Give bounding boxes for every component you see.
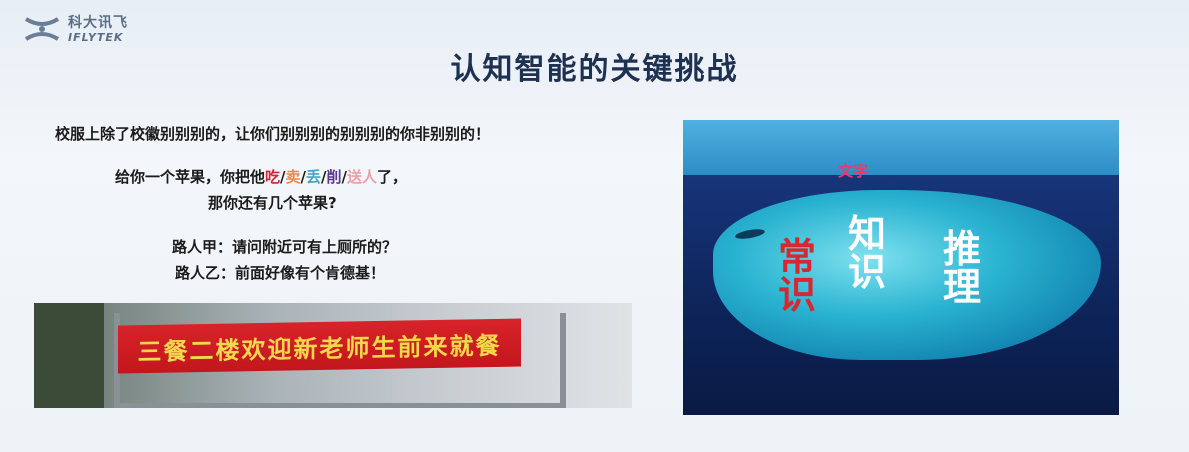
logo: 科大讯飞 IFLYTEK (22, 14, 128, 44)
line2-suffix: 了， (377, 168, 408, 186)
example-line-3: 那你还有几个苹果? (208, 194, 337, 212)
slide-title: 认知智能的关键挑战 (450, 52, 739, 87)
iceberg-word-knowledge: 知识 (848, 212, 887, 294)
logo-text: 科大讯飞 IFLYTEK (68, 16, 128, 43)
word-give: 送人 (347, 168, 378, 186)
logo-en: IFLYTEK (68, 30, 124, 44)
iceberg-word-common-sense: 常识 (778, 235, 817, 317)
word-peel: 削 (326, 168, 342, 186)
word-eat: 吃 (265, 168, 281, 186)
iceberg-word-reasoning: 推理 (943, 227, 982, 309)
banner-text: 三餐二楼欢迎新老师生前来就餐 (137, 331, 502, 366)
surface-label: 文字 (838, 162, 869, 180)
red-banner: 三餐二楼欢迎新老师生前来就餐 (118, 318, 521, 374)
word-lose: 丢 (306, 168, 322, 186)
word-sell: 卖 (285, 168, 301, 186)
line2-prefix: 给你一个苹果，你把他 (115, 168, 266, 186)
example-line-5: 路人乙：前面好像有个肯德基！ (175, 264, 386, 282)
photo-foliage (34, 303, 104, 408)
iceberg-illustration: 文字 常识 知识 推理 (683, 120, 1119, 415)
iflytek-logo-icon (24, 17, 60, 41)
example-line-1: 校服上除了校徽别别别的，让你们别别别的别别别的你非别别的！ (55, 125, 491, 143)
slide: 科大讯飞 IFLYTEK 认知智能的关键挑战 校服上除了校徽别别别的，让你们别别… (0, 0, 1189, 452)
iceberg-sky (683, 120, 1119, 175)
example-line-4: 路人甲：请问附近可有上厕所的？ (172, 238, 398, 256)
logo-cn: 科大讯飞 (68, 14, 128, 31)
example-line-2: 给你一个苹果，你把他吃/卖/丢/削/送人了， (115, 166, 407, 187)
